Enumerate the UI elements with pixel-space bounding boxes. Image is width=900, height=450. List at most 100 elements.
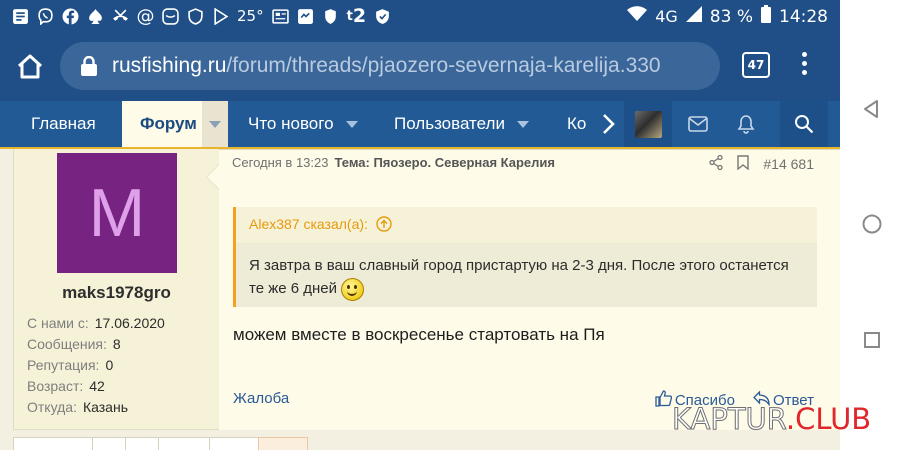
post-time[interactable]: Сегодня в 13:23 [232, 155, 328, 170]
lock-icon [80, 55, 98, 76]
page-button[interactable] [209, 437, 259, 450]
nav-whats-new-label: Что нового [248, 114, 334, 133]
user-stat-joined: С нами с: 17.06.2020 [27, 315, 165, 331]
user-info-panel: M maks1978gro С нами с: 17.06.2020 Сообще… [13, 149, 220, 430]
at-sign-icon: @ [136, 5, 155, 27]
stat-value: 17.06.2020 [94, 315, 165, 331]
bookmark-icon[interactable] [737, 155, 750, 173]
avatar[interactable]: M [57, 153, 177, 273]
smiley-icon [341, 277, 365, 301]
viber-icon [37, 7, 54, 25]
stat-value: 42 [89, 378, 105, 394]
nav-home[interactable]: Главная [31, 101, 96, 147]
quote-text: Я завтра в ваш славный город пристартую … [249, 254, 804, 301]
address-bar[interactable]: rusfishing.ru/forum/threads/pjaozero-sev… [60, 42, 720, 90]
status-bar: @ 25° t2 4G 83 % 14:28 [0, 0, 840, 33]
forum-nav: Главная Форум Что нового Пользователи Ко [0, 101, 840, 149]
back-icon[interactable] [861, 98, 883, 120]
stat-label: Откуда: [27, 399, 77, 415]
stat-label: Сообщения: [27, 336, 107, 352]
stat-label: Возраст: [27, 378, 84, 394]
post-meta: Сегодня в 13:23 Тема: Пяозеро. Северная К… [232, 155, 555, 170]
clock: 14:28 [779, 6, 828, 27]
user-stat-messages: Сообщения: 8 [27, 336, 121, 352]
stat-label: Репутация: [27, 357, 100, 373]
user-stat-location: Откуда: Казань [27, 399, 128, 415]
nav-more-item-label: Ко [567, 114, 587, 133]
play-store-icon [212, 7, 229, 25]
url-path: /forum/threads/pjaozero-severnaja-kareli… [226, 54, 661, 77]
url-text: rusfishing.ru/forum/threads/pjaozero-sev… [112, 54, 712, 78]
shield-check-icon [374, 8, 391, 25]
nav-whats-new[interactable]: Что нового [248, 101, 358, 147]
tab-switcher-button[interactable]: 47 [742, 52, 770, 78]
stat-value: 0 [105, 357, 114, 373]
recents-square-icon[interactable] [861, 329, 883, 351]
menu-icon[interactable] [796, 49, 812, 83]
nav-home-label: Главная [31, 114, 96, 133]
post-meta-actions: #14 681 [709, 154, 814, 173]
facebook-icon [62, 8, 79, 25]
post-message: можем вместе в воскресенье стартовать на… [233, 325, 605, 344]
quote-header: Alex387 сказал(а): [236, 207, 817, 243]
network-type: 4G [655, 7, 678, 26]
page-button-current[interactable] [258, 437, 308, 450]
chevron-right-icon[interactable] [598, 112, 618, 136]
thread-title: Тема: Пяозеро. Северная Карелия [334, 155, 555, 170]
watermark-logo: KAPTUR.CLUB [672, 402, 872, 437]
wifi-icon [627, 6, 648, 27]
search-icon[interactable] [780, 101, 828, 147]
post-body: Сегодня в 13:23 Тема: Пяозеро. Северная К… [206, 149, 840, 430]
account-avatar-button[interactable] [624, 101, 672, 147]
tele2-icon: t2 [346, 5, 367, 27]
nav-users-label: Пользователи [394, 114, 505, 133]
page-button[interactable] [125, 437, 159, 450]
home-icon[interactable] [14, 51, 46, 83]
news-icon [271, 8, 289, 25]
quote-block: Alex387 сказал(а): Я завтра в ваш славны… [233, 207, 817, 307]
page-button[interactable] [92, 437, 126, 450]
watermark-club: .CLUB [785, 402, 872, 436]
quote-author-label: Alex387 сказал(а): [249, 216, 368, 232]
shield-icon [187, 7, 204, 25]
thumbs-up-icon [655, 390, 672, 411]
nav-forum[interactable]: Форум [122, 101, 228, 147]
spade-app-icon [87, 8, 104, 25]
temperature-icon: 25° [237, 7, 264, 25]
nav-forum-label: Форум [140, 114, 197, 133]
report-link[interactable]: Жалоба [233, 390, 289, 407]
stat-value: Казань [82, 399, 128, 415]
home-circle-icon[interactable] [861, 213, 883, 235]
share-icon[interactable] [709, 154, 724, 173]
battery-percent: 83 % [709, 6, 753, 27]
user-stat-reputation: Репутация: 0 [27, 357, 113, 373]
inbox-icon[interactable] [674, 101, 722, 147]
vpn-shield-icon [322, 8, 339, 25]
nav-forum-dropdown-icon[interactable] [202, 101, 228, 147]
stat-value: 8 [112, 336, 121, 352]
chevron-down-icon[interactable] [516, 121, 529, 129]
nav-users[interactable]: Пользователи [394, 101, 529, 147]
status-left-icons: @ 25° t2 [12, 5, 391, 27]
arrow-up-circle-icon[interactable] [372, 216, 392, 232]
username-link[interactable]: maks1978gro [14, 283, 219, 303]
browser-toolbar: rusfishing.ru/forum/threads/pjaozero-sev… [0, 33, 840, 101]
missed-call-icon [112, 8, 129, 25]
quote-author-link[interactable]: Alex387 сказал(а): [249, 216, 392, 232]
stat-label: С нами с: [27, 315, 89, 331]
bell-icon[interactable] [722, 101, 770, 147]
message-icon [297, 8, 314, 25]
post-pointer [206, 164, 219, 190]
avatar [634, 110, 662, 138]
notification-icon [12, 8, 29, 25]
mail-app-icon [162, 7, 179, 25]
page-prev-button[interactable] [13, 437, 93, 450]
post-number[interactable]: #14 681 [763, 156, 814, 172]
url-domain: rusfishing.ru [112, 54, 227, 77]
nav-more-item[interactable]: Ко [567, 101, 593, 147]
user-stat-age: Возраст: 42 [27, 378, 105, 394]
page-button[interactable] [158, 437, 210, 450]
signal-icon [685, 6, 702, 27]
browser-screen: @ 25° t2 4G 83 % 14:28 rusfishing.ru/for [0, 0, 840, 450]
chevron-down-icon[interactable] [345, 121, 358, 129]
